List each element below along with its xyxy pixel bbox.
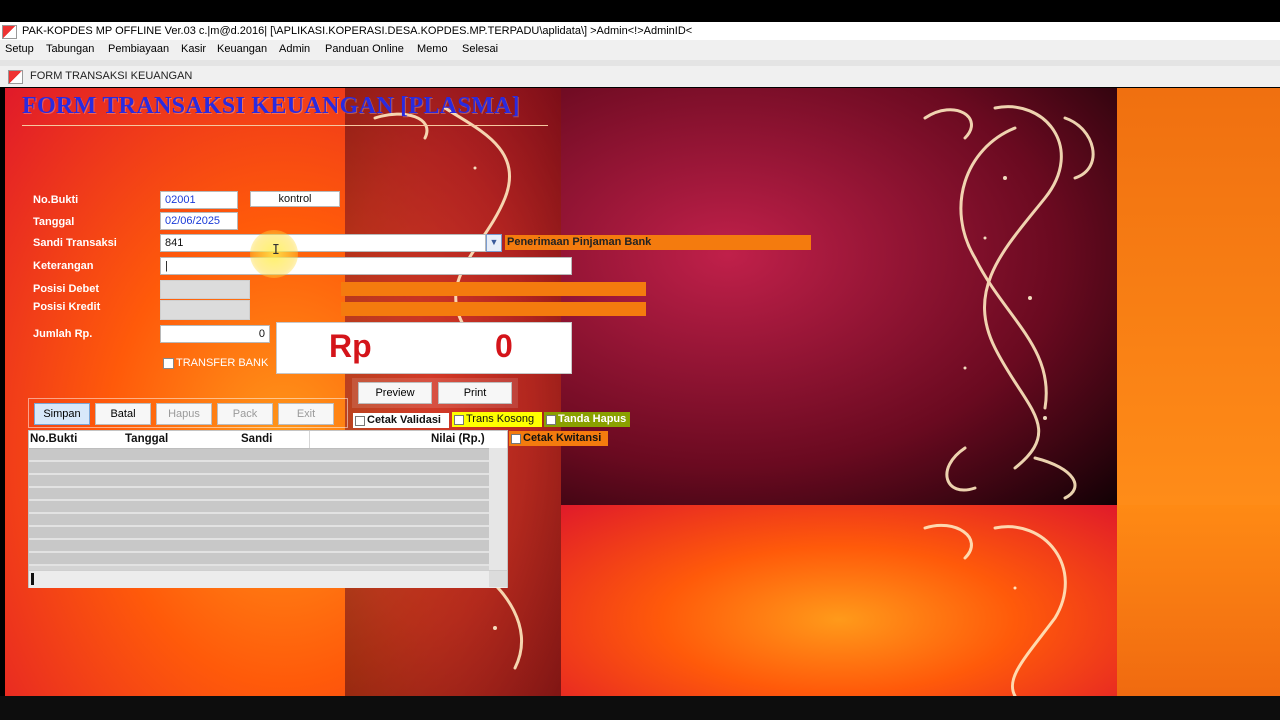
cetak-kwitansi-label: Cetak Kwitansi	[523, 432, 602, 444]
label-sandi-transaksi: Sandi Transaksi	[33, 237, 117, 249]
keterangan-input[interactable]: |	[160, 257, 572, 275]
label-jumlah: Jumlah Rp.	[33, 328, 93, 340]
app-icon	[2, 25, 17, 39]
amount-display: Rp 0	[276, 322, 572, 374]
pack-button[interactable]: Pack	[217, 403, 273, 425]
child-window-titlebar: FORM TRANSAKSI KEUANGAN	[0, 66, 1280, 87]
menu-selesai[interactable]: Selesai	[462, 43, 498, 55]
jumlah-input[interactable]: 0	[160, 325, 270, 343]
child-window-title: FORM TRANSAKSI KEUANGAN	[30, 70, 193, 82]
menu-kasir[interactable]: Kasir	[181, 43, 206, 55]
table-row[interactable]	[29, 540, 489, 553]
checkbox-box	[163, 358, 174, 369]
column-header-nilai[interactable]: Nilai (Rp.)	[431, 433, 485, 445]
sandi-transaksi-value: 841	[165, 237, 184, 249]
table-row[interactable]	[29, 527, 489, 540]
tanda-hapus-label: Tanda Hapus	[558, 413, 627, 425]
horizontal-scrollbar[interactable]	[29, 570, 507, 588]
cetak-validasi-label: Cetak Validasi	[367, 414, 441, 426]
column-header-tanggal[interactable]: Tanggal	[125, 433, 168, 445]
label-no-bukti: No.Bukti	[33, 194, 79, 206]
heading-underline	[22, 125, 548, 126]
tanda-hapus-checkbox[interactable]: Tanda Hapus	[544, 412, 630, 427]
table-row[interactable]	[29, 553, 489, 566]
text-cursor-icon	[31, 573, 34, 585]
sandi-description: Penerimaan Pinjaman Bank	[507, 236, 652, 248]
trans-kosong-checkbox[interactable]: Trans Kosong	[452, 412, 542, 427]
menu-memo[interactable]: Memo	[417, 43, 448, 55]
posisi-kredit-description	[341, 302, 646, 316]
no-bukti-field[interactable]: 02001	[160, 191, 238, 209]
column-header-no-bukti[interactable]: No.Bukti	[30, 433, 77, 445]
menu-pembiayaan[interactable]: Pembiayaan	[108, 43, 169, 55]
simpan-button[interactable]: Simpan	[34, 403, 90, 425]
swirl-ornament-icon	[373, 105, 1095, 696]
bottom-bar	[0, 696, 1280, 720]
hapus-button[interactable]: Hapus	[156, 403, 212, 425]
sandi-transaksi-combo[interactable]: 841	[160, 234, 486, 252]
tanggal-field[interactable]: 02/06/2025	[160, 212, 238, 230]
menu-admin[interactable]: Admin	[279, 43, 310, 55]
menu-setup[interactable]: Setup	[5, 43, 34, 55]
transfer-bank-checkbox[interactable]: TRANSFER BANK	[161, 356, 271, 371]
window-title: PAK-KOPDES MP OFFLINE Ver.03 c.|m@d.2016…	[22, 25, 693, 37]
form-icon	[8, 70, 23, 84]
table-row[interactable]	[29, 514, 489, 527]
form-background	[5, 88, 1280, 696]
menu-panduan-online[interactable]: Panduan Online	[325, 43, 404, 55]
menu-tabungan[interactable]: Tabungan	[46, 43, 94, 55]
label-posisi-kredit: Posisi Kredit	[33, 301, 101, 313]
posisi-kredit-field[interactable]	[160, 300, 250, 320]
column-divider	[309, 431, 310, 448]
rp-label: Rp	[329, 328, 372, 364]
table-row[interactable]	[29, 462, 489, 475]
kontrol-button[interactable]: kontrol	[250, 191, 340, 207]
table-row[interactable]	[29, 488, 489, 501]
form-heading: FORM TRANSAKSI KEUANGAN [PLASMA]	[22, 93, 520, 119]
menu-bar: Setup Tabungan Pembiayaan Kasir Keuangan…	[0, 40, 1280, 61]
table-row[interactable]	[29, 449, 489, 462]
cetak-kwitansi-checkbox[interactable]: Cetak Kwitansi	[509, 431, 608, 446]
ibeam-cursor-icon: I	[272, 243, 280, 258]
preview-button[interactable]: Preview	[358, 382, 432, 404]
trans-kosong-label: Trans Kosong	[466, 413, 535, 425]
window-titlebar: PAK-KOPDES MP OFFLINE Ver.03 c.|m@d.2016…	[0, 22, 1280, 40]
table-row[interactable]	[29, 501, 489, 514]
label-keterangan: Keterangan	[33, 260, 94, 272]
menu-keuangan[interactable]: Keuangan	[217, 43, 267, 55]
column-header-sandi[interactable]: Sandi	[241, 433, 272, 445]
exit-button[interactable]: Exit	[278, 403, 334, 425]
posisi-debet-field[interactable]	[160, 280, 250, 299]
cetak-validasi-checkbox[interactable]: Cetak Validasi	[353, 413, 449, 428]
posisi-debet-description	[341, 282, 646, 296]
scroll-corner	[489, 571, 507, 587]
table-row[interactable]	[29, 475, 489, 488]
label-posisi-debet: Posisi Debet	[33, 283, 100, 295]
transaction-grid[interactable]: No.Bukti Tanggal Sandi Nilai (Rp.)	[28, 430, 508, 588]
sandi-description-bar: Penerimaan Pinjaman Bank	[505, 235, 811, 250]
print-button[interactable]: Print	[438, 382, 512, 404]
label-tanggal: Tanggal	[33, 216, 75, 228]
batal-button[interactable]: Batal	[95, 403, 151, 425]
transfer-bank-label: TRANSFER BANK	[176, 357, 269, 369]
mouse-highlight: I	[250, 230, 298, 278]
rp-amount: 0	[495, 328, 513, 364]
vertical-scrollbar[interactable]	[489, 448, 507, 570]
chevron-down-icon[interactable]: ▼	[486, 234, 502, 252]
grid-header: No.Bukti Tanggal Sandi Nilai (Rp.)	[29, 431, 507, 449]
